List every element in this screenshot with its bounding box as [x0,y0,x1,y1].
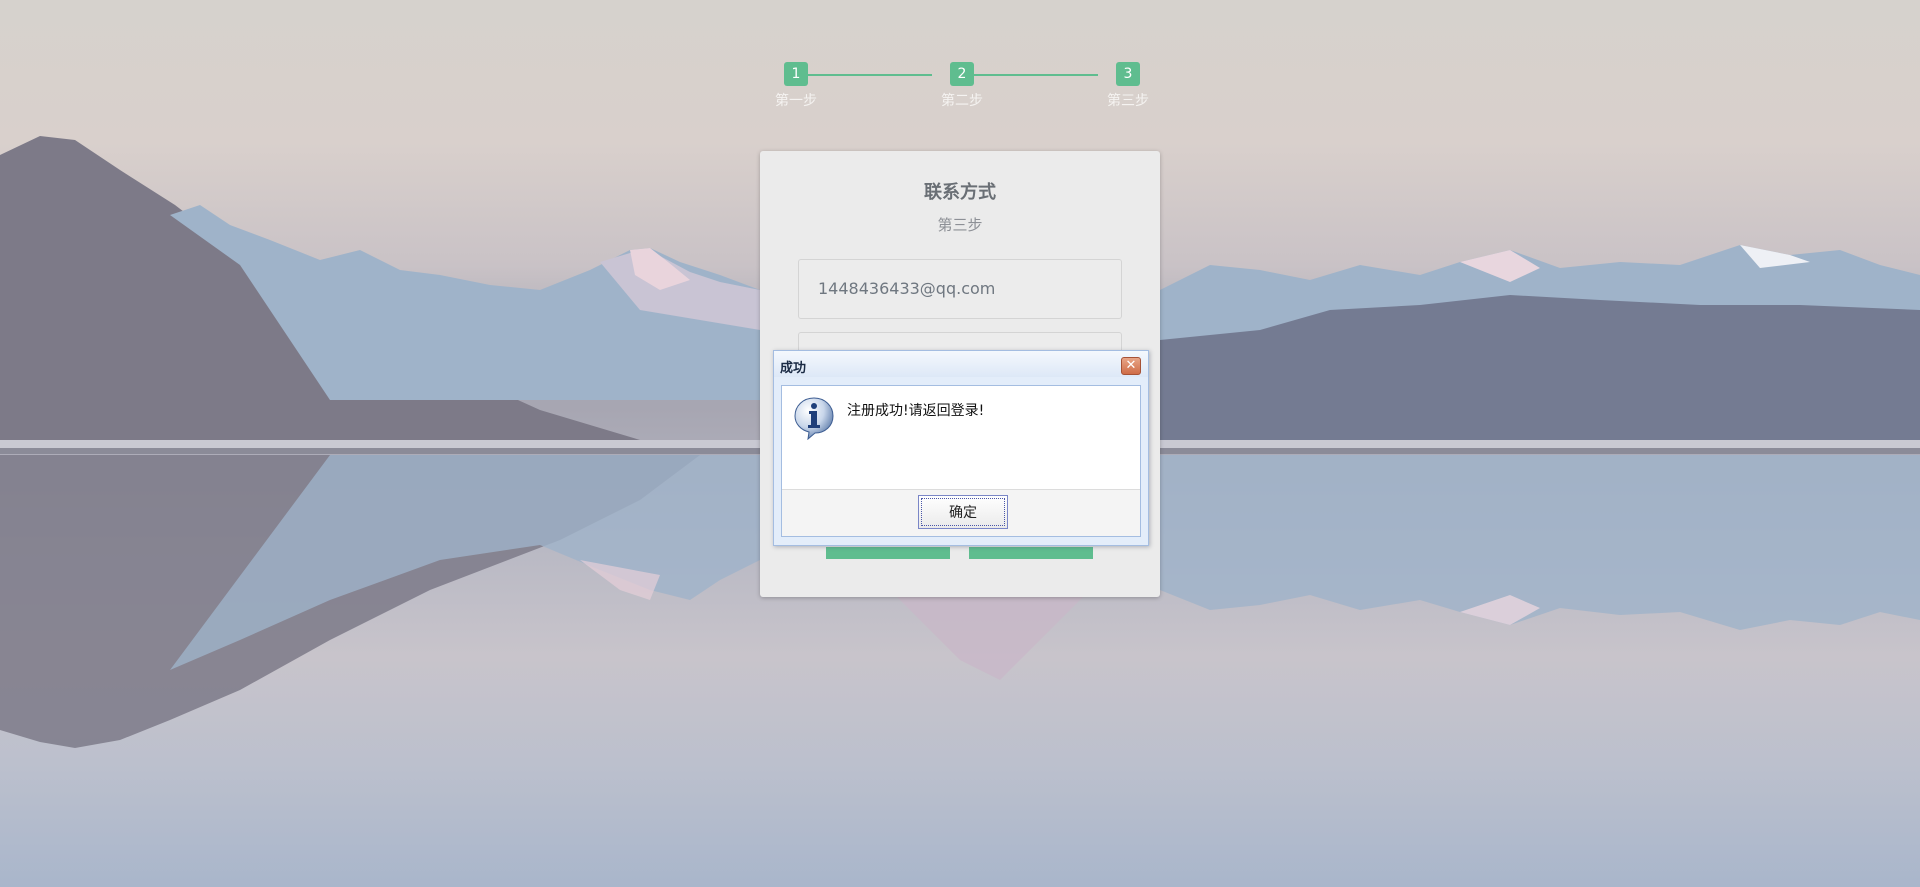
step-label: 第一步 [775,93,817,109]
back-button[interactable] [969,547,1093,559]
step-number: 1 [784,62,808,86]
success-dialog: 成功 ✕ 注册成功!请返回登录! 确定 [773,350,1149,546]
dialog-body: 注册成功!请返回登录! 确定 [781,385,1141,537]
info-icon [794,397,834,440]
form-subtitle: 第三步 [937,216,983,234]
dialog-message: 注册成功!请返回登录! [847,403,985,419]
dialog-footer: 确定 [782,489,1140,536]
ok-button[interactable]: 确定 [918,495,1008,529]
dialog-title: 成功 [780,361,807,376]
step-2: 2 第二步 [932,62,992,110]
submit-button[interactable] [826,547,950,559]
step-number: 2 [950,62,974,86]
dialog-header: 成功 ✕ [774,351,1148,377]
close-icon[interactable]: ✕ [1121,357,1141,375]
step-label: 第三步 [1107,93,1149,109]
form-title: 联系方式 [924,182,996,203]
step-number: 3 [1116,62,1140,86]
step-label: 第二步 [941,93,983,109]
step-3: 3 第三步 [1098,62,1158,110]
email-field[interactable]: 1448436433@qq.com [798,259,1122,319]
registration-stepper: 1 第一步 2 第二步 3 第三步 [766,62,1152,122]
step-1: 1 第一步 [766,62,826,110]
